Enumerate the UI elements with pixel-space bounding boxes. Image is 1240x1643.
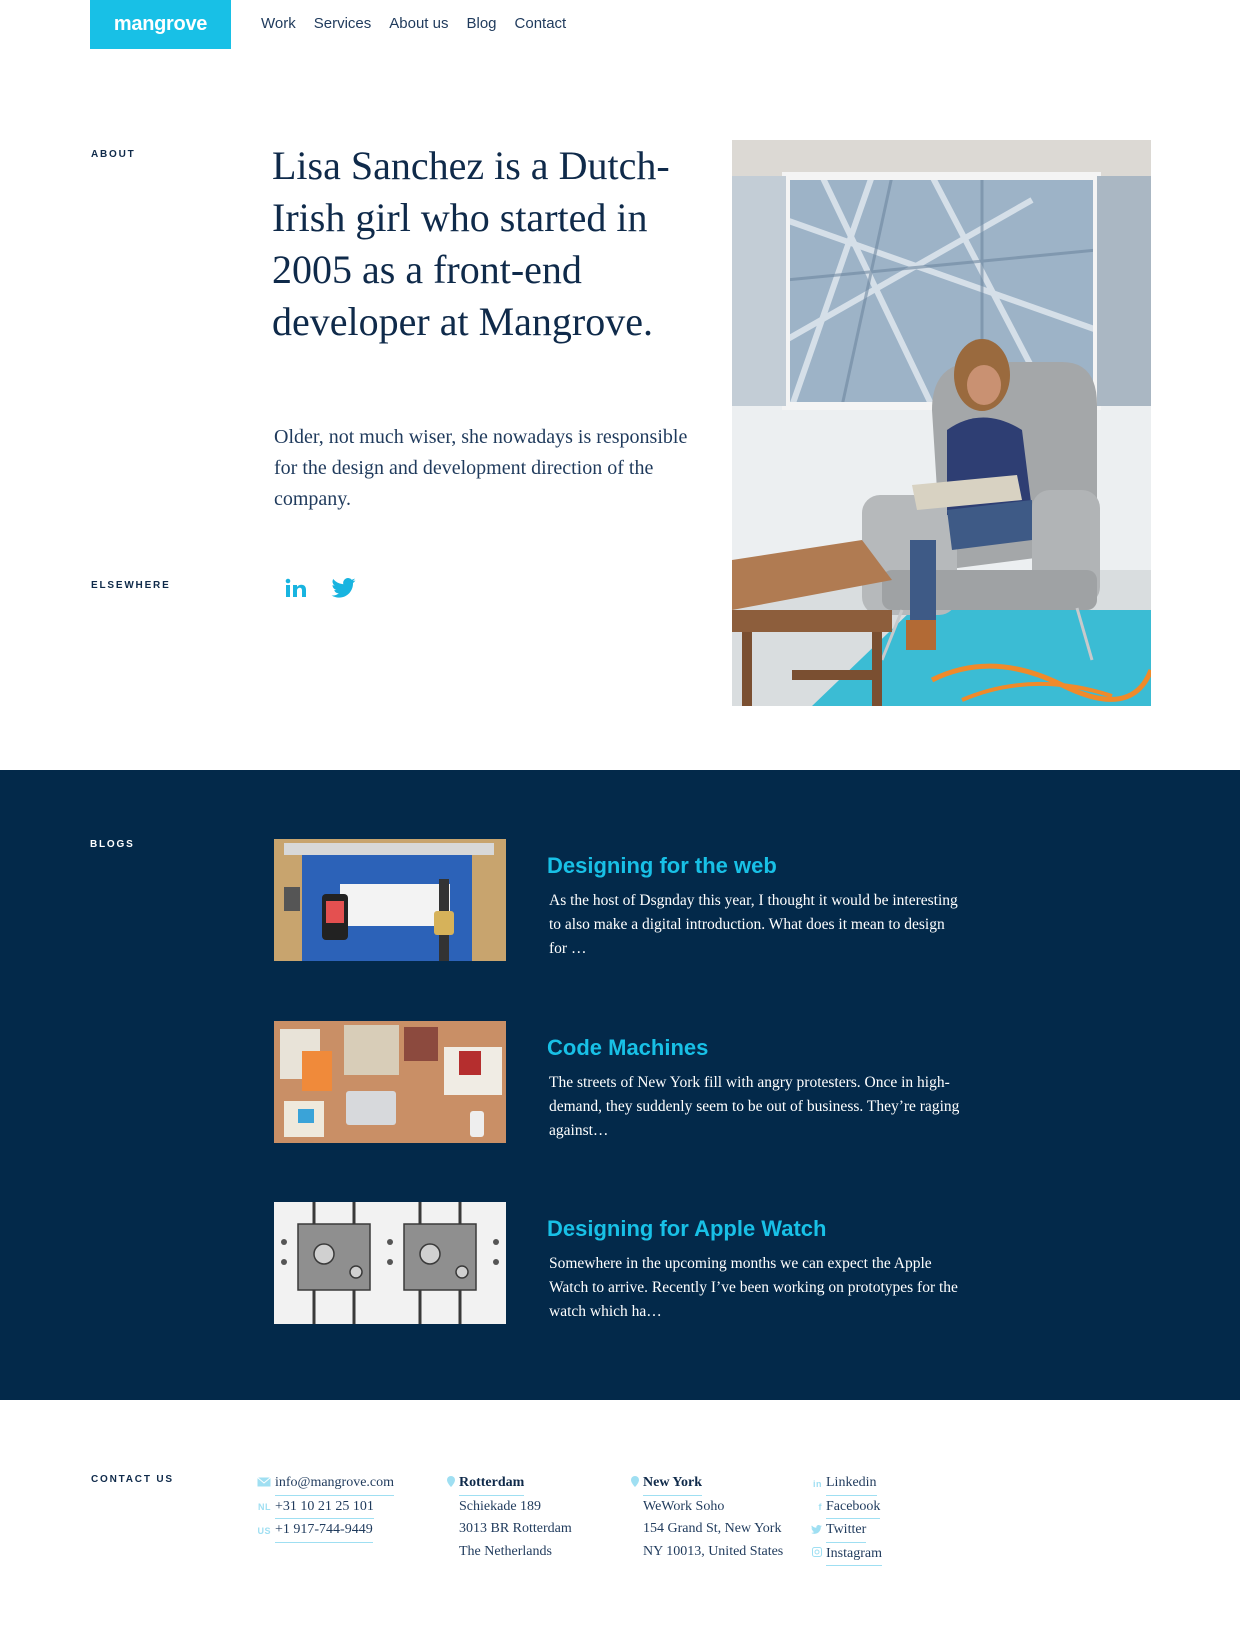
main-nav: Work Services About us Blog Contact [261,15,584,32]
blog-title[interactable]: Code Machines [547,1035,708,1061]
newyork-address: New York WeWork Soho 154 Grand St, New Y… [631,1472,784,1563]
contact-us-label: CONTACT US [91,1474,174,1485]
address-line: The Netherlands [459,1543,552,1559]
elsewhere-label: ELSEWHERE [91,580,171,591]
nav-services[interactable]: Services [314,15,372,32]
blog-title[interactable]: Designing for the web [547,853,777,879]
address-line: WeWork Soho [643,1498,725,1514]
mail-icon [249,1473,271,1496]
nav-about-us[interactable]: About us [389,15,448,32]
blog-title[interactable]: Designing for Apple Watch [547,1216,826,1242]
facebook-link[interactable]: Facebook [826,1496,881,1519]
us-phone-link[interactable]: +1 917-744-9449 [275,1519,373,1543]
address-line: 154 Grand St, New York [643,1521,782,1536]
newyork-link[interactable]: New York [643,1472,702,1496]
contact-column: info@mangrove.com NL +31 10 21 25 101 US… [257,1472,395,1543]
twitter-icon [800,1520,822,1543]
address-line: 3013 BR Rotterdam [459,1521,572,1536]
nav-work[interactable]: Work [261,15,296,32]
twitter-icon[interactable] [331,578,356,603]
instagram-link[interactable]: Instagram [826,1543,882,1566]
location-pin-icon [617,1473,639,1496]
nl-phone-link[interactable]: +31 10 21 25 101 [275,1496,374,1519]
blog-excerpt: The streets of New York fill with angry … [549,1074,960,1139]
blog-thumbnail[interactable] [274,1021,506,1143]
blog-excerpt: As the host of Dsgnday this year, I thou… [549,892,958,957]
profile-photo [732,140,1151,706]
linkedin-icon: in [813,1478,822,1489]
instagram-icon [800,1543,822,1566]
rotterdam-link[interactable]: Rotterdam [459,1472,525,1496]
twitter-link[interactable]: Twitter [826,1519,867,1543]
blog-thumbnail[interactable] [274,1202,506,1324]
address-line: Schiekade 189 [459,1498,542,1514]
email-link[interactable]: info@mangrove.com [275,1472,395,1496]
about-label: ABOUT [91,149,136,160]
about-lede: Older, not much wiser, she nowadays is r… [274,426,688,510]
blog-thumbnail[interactable] [274,839,506,961]
blogs-label: BLOGS [90,839,135,850]
location-pin-icon [433,1473,455,1496]
blog-post[interactable]: Designing for Apple Watch Somewhere in t… [274,1202,1234,1324]
rotterdam-address: Rotterdam Schiekade 189 3013 BR Rotterda… [447,1472,572,1563]
linkedin-link[interactable]: Linkedin [826,1472,877,1496]
nav-blog[interactable]: Blog [466,15,496,32]
nav-contact[interactable]: Contact [515,15,567,32]
us-prefix: US [257,1525,271,1536]
social-links [285,578,356,603]
social-column: in Linkedin f Facebook Twitter Instagram [811,1472,882,1566]
facebook-icon: f [818,1502,822,1512]
address-line: NY 10013, United States [643,1543,784,1559]
blog-excerpt: Somewhere in the upcoming months we can … [549,1255,958,1320]
linkedin-icon[interactable] [285,578,307,603]
blogs-section: BLOGS Designing for the web As the host … [0,770,1240,1400]
about-headline: Lisa Sanchez is a Dutch-Irish girl who s… [272,143,670,344]
blog-post[interactable]: Designing for the web As the host of Dsg… [274,839,1234,961]
blog-post[interactable]: Code Machines The streets of New York fi… [274,1021,1234,1143]
mangrove-logo[interactable]: mangrove [90,0,231,49]
nl-prefix: NL [258,1502,271,1512]
